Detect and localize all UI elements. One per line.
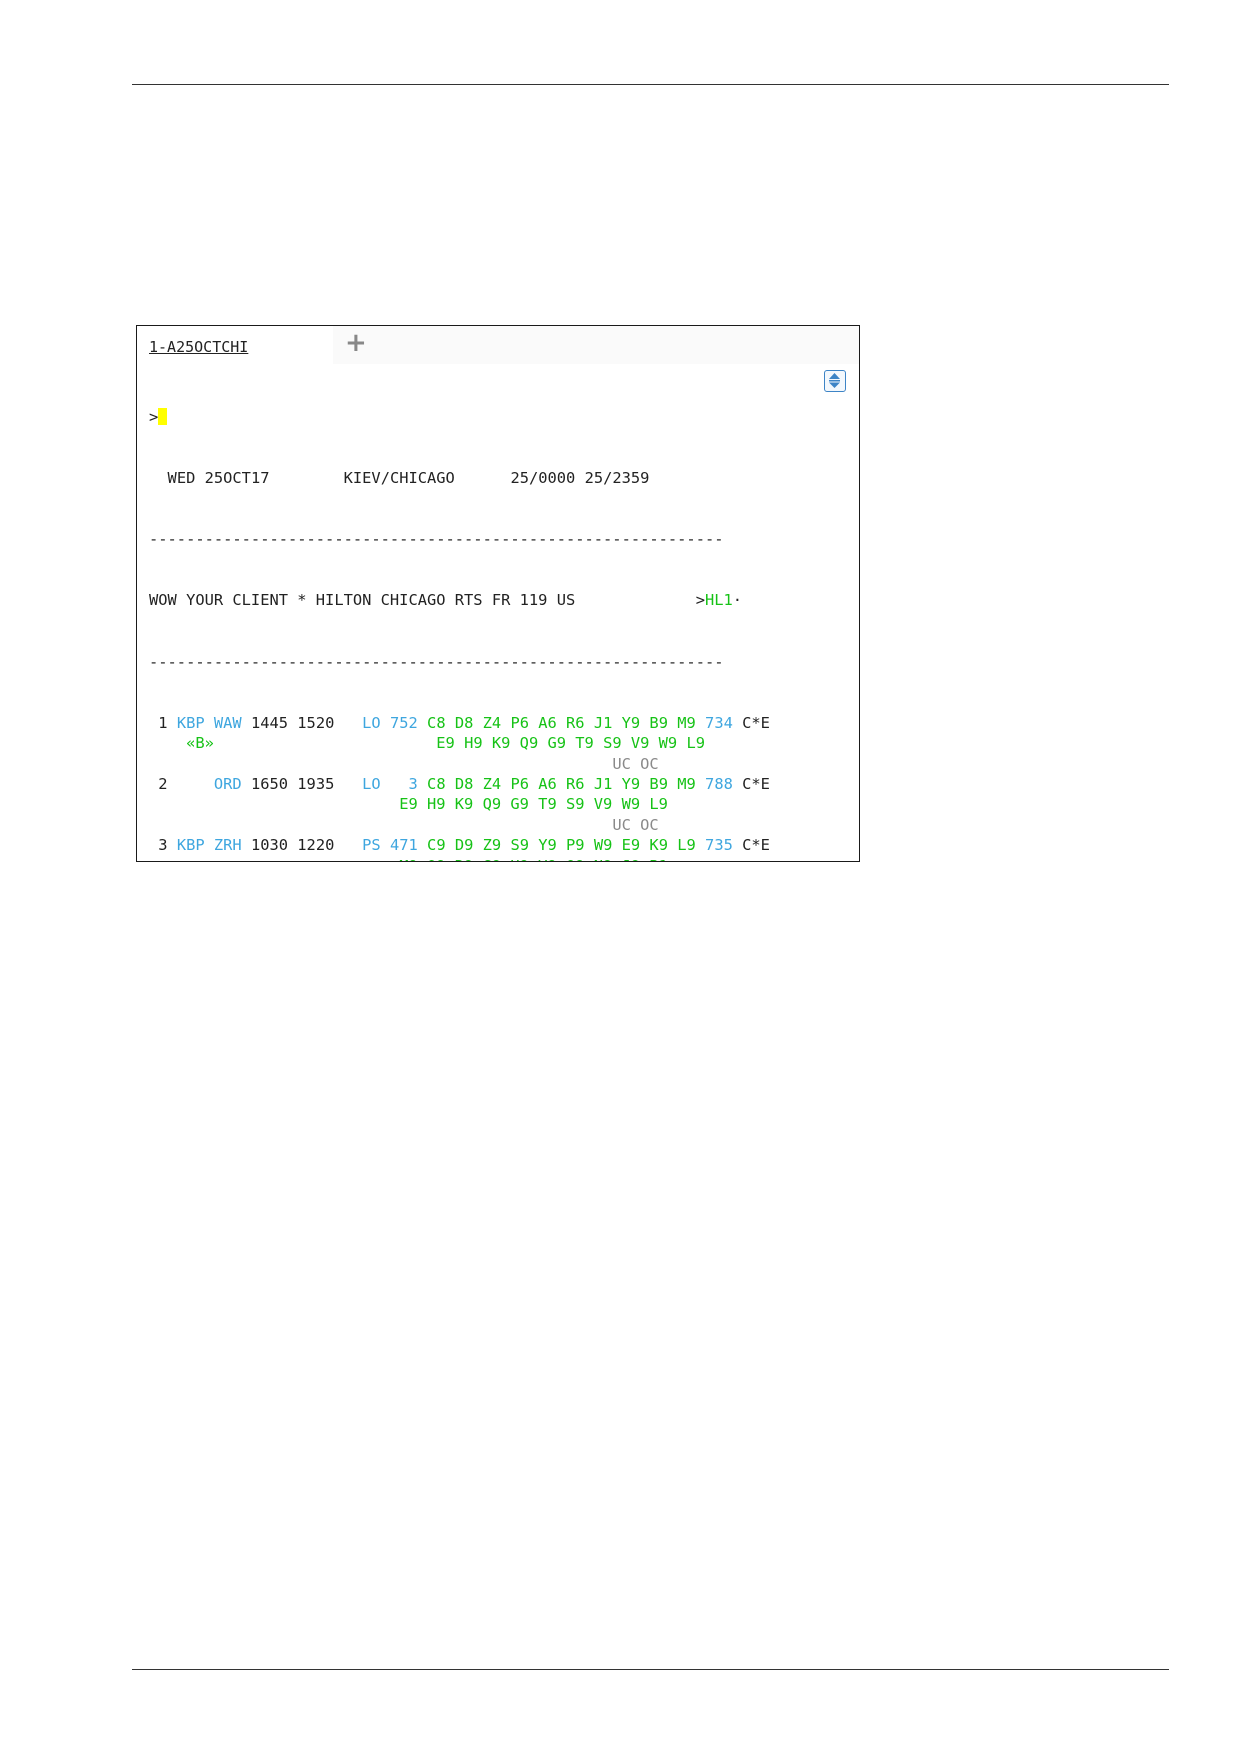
scroll-arrows-graphic xyxy=(829,373,840,388)
availability-header: WED 25OCT17 KIEV/CHICAGO 25/0000 25/2359 xyxy=(149,468,819,488)
flight-line-segment: 1650 1935 xyxy=(241,775,344,793)
flight-line-segment: C*E xyxy=(732,836,770,855)
flight-line-segment[interactable]: KBP WAW xyxy=(177,714,242,732)
flight-line: «B» E9 H9 K9 Q9 G9 T9 S9 V9 W9 L9 xyxy=(149,733,819,753)
promo-link-hl1[interactable]: HL1 xyxy=(705,591,733,609)
promo-line: WOW YOUR CLIENT * HILTON CHICAGO RTS FR … xyxy=(149,590,819,610)
plus-icon[interactable]: + xyxy=(345,330,367,356)
flight-line-segment: UC OC xyxy=(612,815,659,834)
flight-line: UC OC xyxy=(149,815,819,835)
flight-line-segment xyxy=(418,775,427,793)
text-cursor xyxy=(158,407,168,425)
flight-line: 3 KBP ZRH 1030 1220 PS 471 C9 D9 Z9 S9 Y… xyxy=(149,835,819,855)
page-footer-rule xyxy=(132,1669,1169,1670)
tab-bar: 1-A25OCTCHI + xyxy=(137,326,859,364)
promo-text: WOW YOUR CLIENT * HILTON CHICAGO RTS FR … xyxy=(149,591,576,610)
flight-line-segment[interactable]: KBP ZRH xyxy=(177,836,242,854)
flight-line-segment[interactable]: PS 471 xyxy=(344,836,418,854)
flight-line-segment xyxy=(149,795,399,813)
flight-line-segment xyxy=(696,836,705,854)
scroll-up-down-icon[interactable] xyxy=(824,370,846,392)
flight-line-segment: C*E xyxy=(732,775,770,793)
flight-line-segment: E9 H9 K9 Q9 G9 T9 S9 V9 W9 L9 xyxy=(436,734,705,753)
flight-line-segment xyxy=(418,836,427,854)
flight-line-segment[interactable]: 735 xyxy=(705,836,733,854)
flight-line-segment xyxy=(214,734,436,752)
promo-link-suffix: · xyxy=(732,591,743,610)
flight-line-segment xyxy=(149,755,612,773)
flight-line-segment[interactable]: ORD xyxy=(177,775,242,793)
flight-line-segment: 1030 1220 xyxy=(241,836,344,855)
flight-line-segment: C8 D8 Z4 P6 A6 R6 J1 Y9 B9 M9 xyxy=(427,775,696,793)
flight-line-segment[interactable]: LO 3 xyxy=(344,775,418,793)
flight-line: UC OC xyxy=(149,754,819,774)
flight-line: M9 O9 R9 G9 H9 V9 Q9 N9 J9 B1 xyxy=(149,856,819,861)
flight-line-segment[interactable]: 788 xyxy=(705,775,733,793)
flight-line: E9 H9 K9 Q9 G9 T9 S9 V9 W9 L9 xyxy=(149,794,819,814)
flight-line-segment: C*E xyxy=(732,713,770,732)
flight-line-segment: «B» xyxy=(176,734,214,753)
tab-label: 1-A25OCTCHI xyxy=(149,338,249,356)
flight-line-segment xyxy=(149,857,399,861)
header-time-range: 25/0000 25/2359 xyxy=(510,469,650,488)
tab-availability[interactable]: 1-A25OCTCHI xyxy=(137,326,333,364)
flight-availability-list: 1 KBP WAW 1445 1520 LO 752 C8 D8 Z4 P6 A… xyxy=(149,713,819,861)
flight-line-segment: 3 xyxy=(149,836,177,855)
tab-strip xyxy=(333,326,859,364)
flight-line-segment xyxy=(696,775,705,793)
flight-line-segment: 1 xyxy=(149,713,177,732)
flight-line-segment[interactable]: LO 752 xyxy=(344,714,418,732)
flight-line: 2 ORD 1650 1935 LO 3 C8 D8 Z4 P6 A6 R6 J… xyxy=(149,774,819,794)
header-date: WED 25OCT17 xyxy=(167,469,270,488)
flight-line-segment: 2 xyxy=(149,775,177,793)
flight-line-segment: E9 H9 K9 Q9 G9 T9 S9 V9 W9 L9 xyxy=(399,795,668,814)
flight-line-segment xyxy=(149,734,177,752)
flight-line: 1 KBP WAW 1445 1520 LO 752 C8 D8 Z4 P6 A… xyxy=(149,713,819,733)
flight-line-segment xyxy=(696,714,705,732)
promo-link-prefix: > xyxy=(695,591,705,610)
page-header-rule xyxy=(132,84,1169,85)
prompt-symbol: > xyxy=(149,407,159,426)
separator-line: ----------------------------------------… xyxy=(149,652,724,671)
command-prompt-line[interactable]: > xyxy=(149,407,819,427)
gds-terminal-window: 1-A25OCTCHI + > WED 25OCT17 KIEV/CHICAGO… xyxy=(136,325,860,862)
flight-line-segment xyxy=(149,816,612,834)
header-route: KIEV/CHICAGO xyxy=(343,469,455,488)
flight-line-segment xyxy=(418,714,427,732)
flight-line-segment: 1445 1520 xyxy=(241,713,344,732)
flight-line-segment: C8 D8 Z4 P6 A6 R6 J1 Y9 B9 M9 xyxy=(427,713,696,732)
separator-line: ----------------------------------------… xyxy=(149,530,724,549)
flight-line-segment: M9 O9 R9 G9 H9 V9 Q9 N9 J9 B1 xyxy=(399,857,668,861)
flight-line-segment: C9 D9 Z9 S9 Y9 P9 W9 E9 K9 L9 xyxy=(427,836,696,855)
flight-line-segment: UC OC xyxy=(612,754,659,773)
terminal-output[interactable]: > WED 25OCT17 KIEV/CHICAGO 25/0000 25/23… xyxy=(149,366,819,861)
flight-line-segment[interactable]: 734 xyxy=(705,714,733,732)
